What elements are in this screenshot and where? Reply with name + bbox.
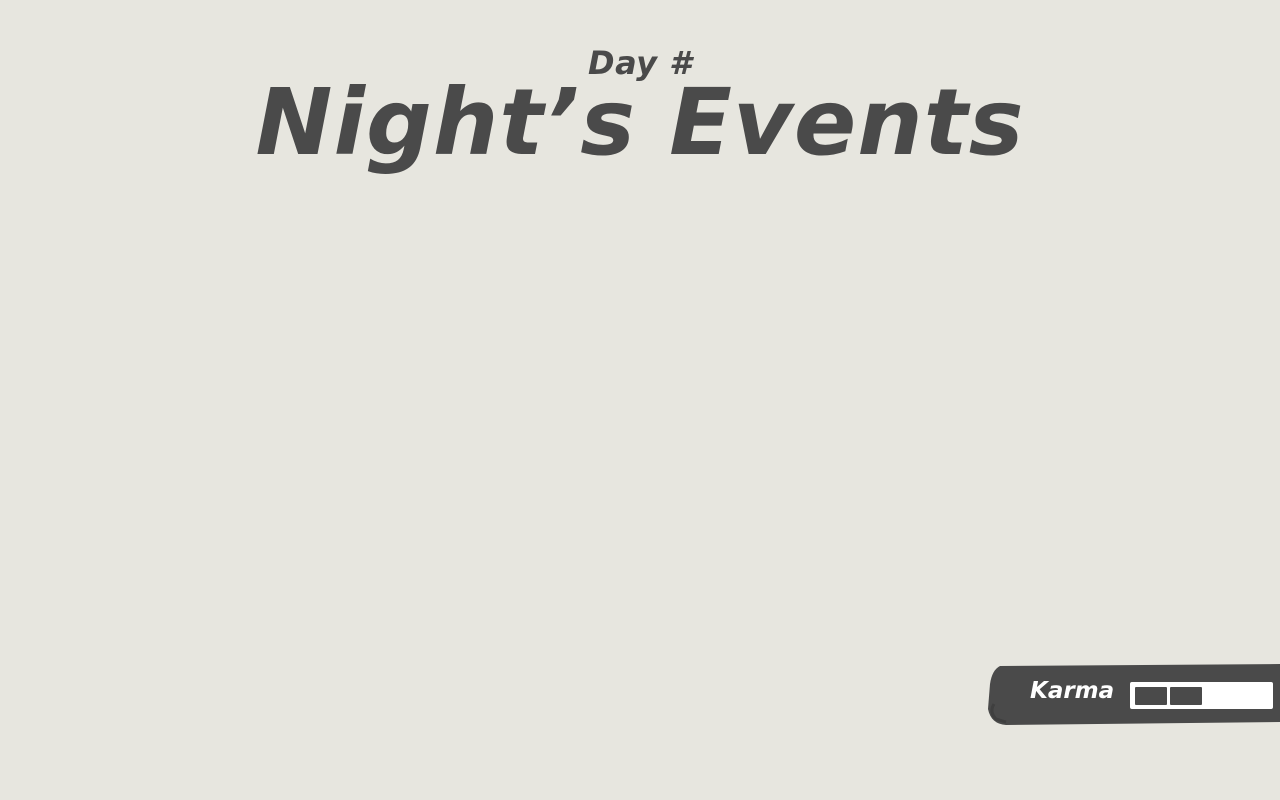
- karma-cell-empty: [1240, 687, 1272, 705]
- karma-panel: Karma: [986, 664, 1280, 726]
- karma-meter: [1130, 682, 1273, 709]
- karma-cell-filled: [1135, 687, 1167, 705]
- header: Day # Night’s Events: [0, 0, 1280, 200]
- karma-cell-empty: [1205, 687, 1237, 705]
- karma-cells: [1135, 687, 1272, 705]
- karma-cell-filled: [1170, 687, 1202, 705]
- karma-label: Karma: [1030, 678, 1115, 704]
- page-title: Night’s Events: [255, 69, 1025, 176]
